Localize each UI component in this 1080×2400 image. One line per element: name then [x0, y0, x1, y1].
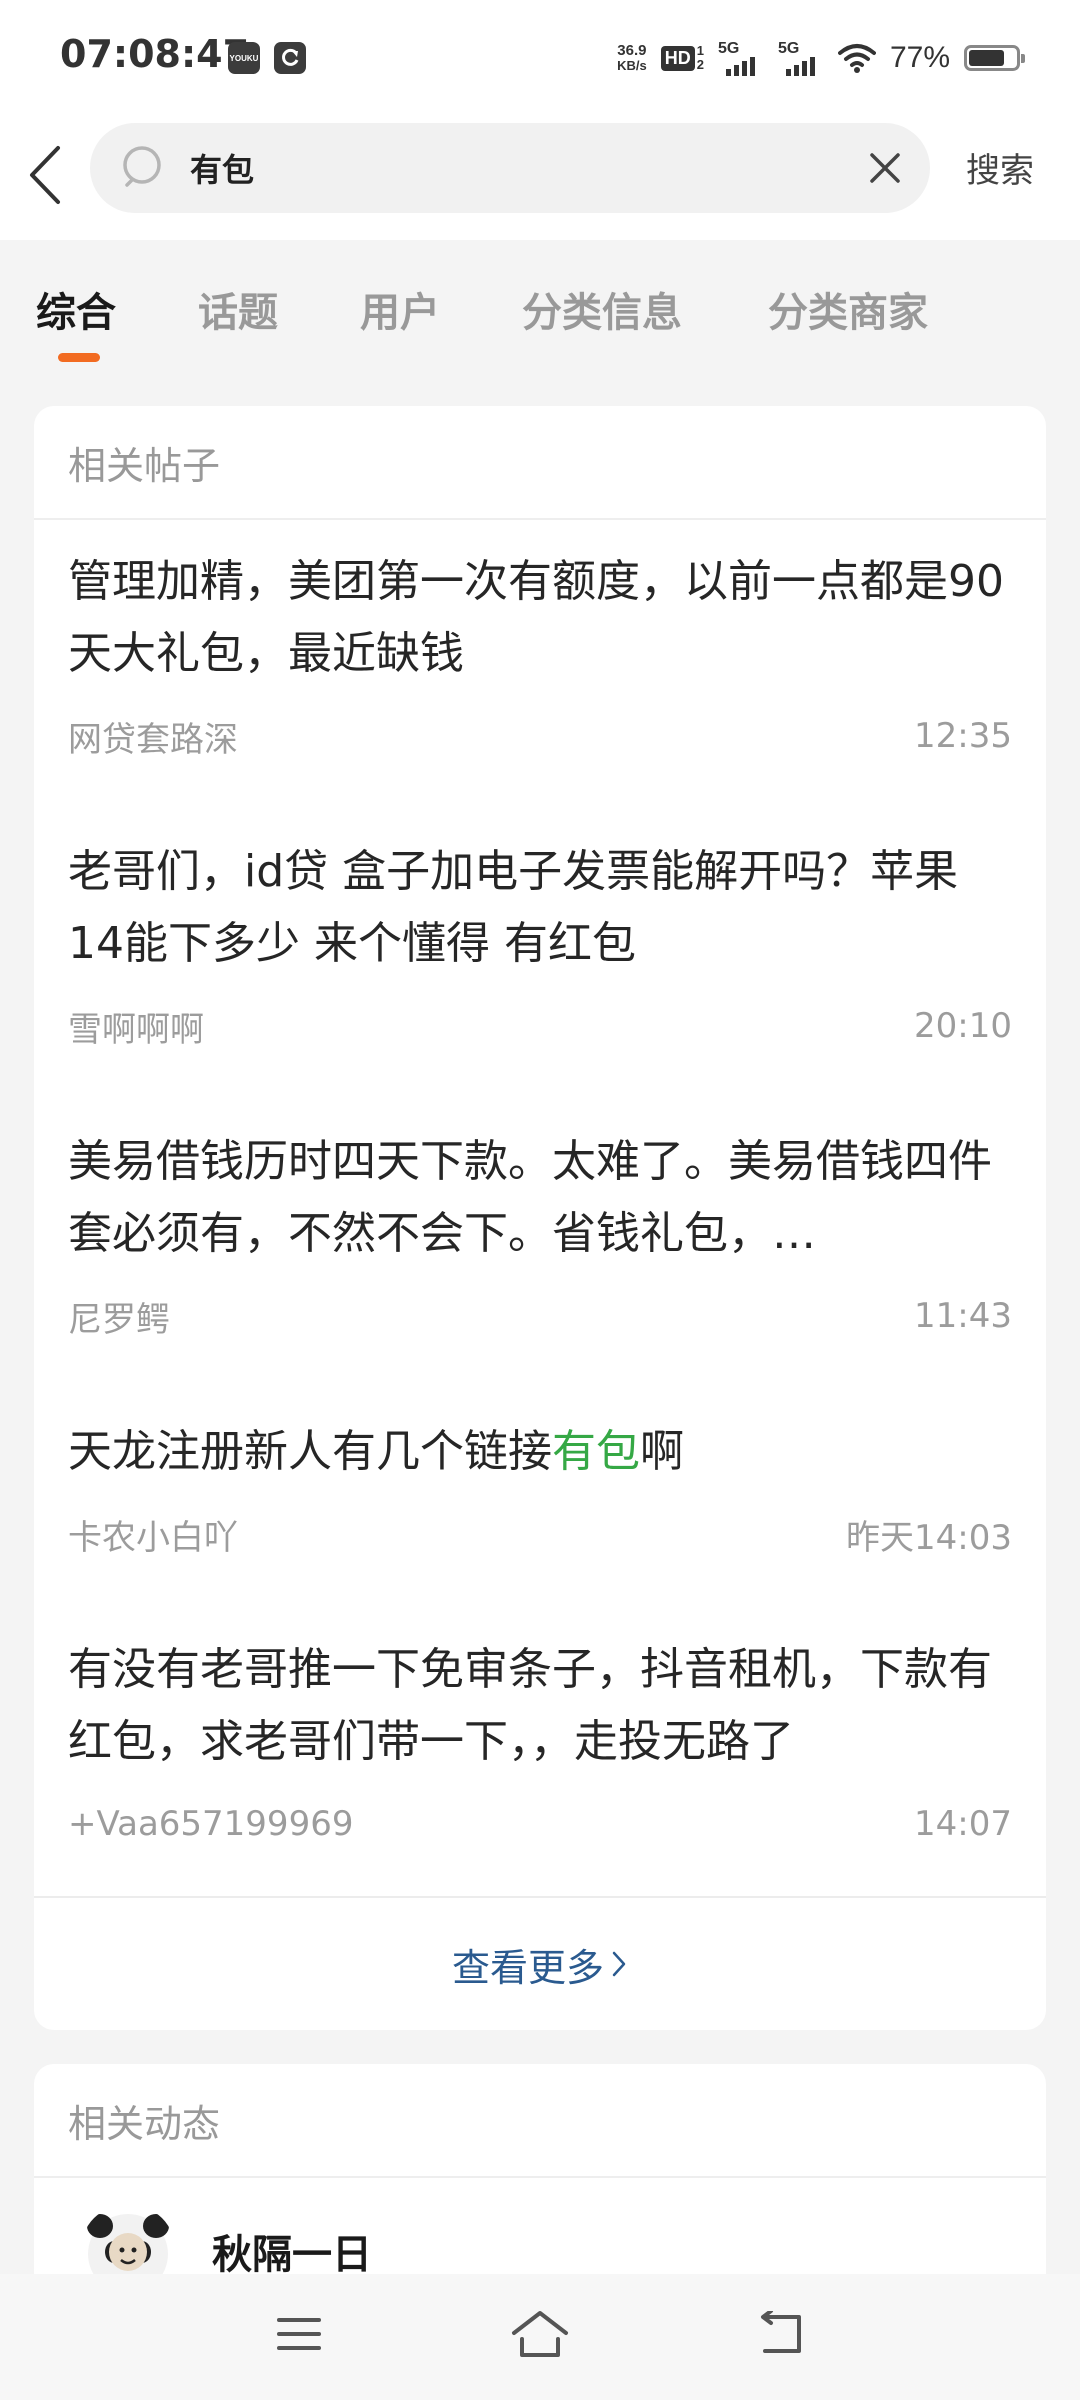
view-more-button[interactable]: 查看更多	[34, 1898, 1046, 2030]
post-meta: 雪啊啊啊 20:10	[68, 1002, 1012, 1050]
post-item[interactable]: 管理加精，美团第一次有额度，以前一点都是90天大礼包，最近缺钱 网贷套路深 12…	[68, 546, 1012, 760]
post-title-keyword-highlight: 有包	[552, 1426, 640, 1477]
tab-users[interactable]: 用户	[360, 280, 440, 338]
chevron-left-icon	[30, 146, 60, 204]
search-icon	[123, 146, 161, 187]
home-icon	[512, 2311, 568, 2357]
refresh-app-icon	[274, 42, 306, 74]
battery-icon	[964, 45, 1025, 71]
post-author: 尼罗鳄	[68, 1299, 170, 1340]
post-time: 12:35	[914, 716, 1012, 756]
signal-label-sim1: 5G	[717, 40, 740, 57]
network-speed-value: 36.9	[617, 42, 647, 59]
post-time: 14:07	[914, 1804, 1012, 1844]
wifi-icon	[837, 44, 876, 73]
post-title-text-end: 啊	[640, 1426, 684, 1477]
post-time: 11:43	[914, 1296, 1012, 1336]
post-title: 有没有老哥推一下免审条子，抖音租机，下款有红包，求老哥们带一下，，走投无路了	[68, 1644, 992, 1767]
status-bar: 07:08:47 YOUKU 36.9 KB/s HD 1 2 5G 5G 77…	[0, 0, 1080, 115]
post-item[interactable]: 天龙注册新人有几个链接有包啊 卡农小白吖 昨天14:03	[68, 1416, 1012, 1558]
signal-label-sim2: 5G	[777, 40, 800, 57]
related-posts-card: 相关帖子 管理加精，美团第一次有额度，以前一点都是90天大礼包，最近缺钱 网贷套…	[34, 406, 1046, 2030]
tab-comprehensive[interactable]: 综合	[36, 280, 116, 338]
tab-topics[interactable]: 话题	[198, 280, 278, 338]
youku-icon-text: YOUKU	[229, 53, 259, 63]
post-author: 网贷套路深	[68, 719, 238, 760]
signal-bars-icon	[725, 57, 755, 76]
status-time: 07:08:47	[60, 32, 250, 76]
post-time: 昨天14:03	[846, 1517, 1012, 1558]
tab-classified-merchants[interactable]: 分类商家	[768, 280, 928, 338]
post-time: 20:10	[914, 1006, 1012, 1046]
tab-classified-info[interactable]: 分类信息	[522, 280, 682, 338]
network-speed-unit: KB/s	[617, 58, 647, 73]
battery-percent: 77%	[889, 41, 950, 74]
post-meta: +Vaa657199969 14:07	[68, 1800, 1012, 1848]
youku-icon: YOUKU	[228, 42, 260, 74]
battery-fill	[969, 50, 1005, 66]
hd-sim-index-bottom: 2	[696, 57, 704, 72]
post-title-text: 天龙注册新人有几个链接	[68, 1426, 552, 1477]
search-input[interactable]	[190, 137, 830, 199]
menu-button[interactable]	[264, 2304, 334, 2364]
post-item[interactable]: 美易借钱历时四天下款。太难了。美易借钱四件套必须有，不然不会下。省钱礼包，… 尼…	[68, 1126, 1012, 1340]
post-title: 老哥们，id贷 盒子加电子发票能解开吗？苹果14能下多少 来个懂得 有红包	[68, 846, 959, 969]
post-title: 管理加精，美团第一次有额度，以前一点都是90天大礼包，最近缺钱	[68, 556, 1004, 679]
hd-voice-icon: HD 1 2	[660, 44, 704, 72]
post-title: 美易借钱历时四天下款。太难了。美易借钱四件套必须有，不然不会下。省钱礼包，…	[68, 1136, 992, 1259]
post-meta: 尼罗鳄 11:43	[68, 1292, 1012, 1340]
back-nav-button[interactable]	[746, 2304, 816, 2364]
back-button[interactable]	[16, 135, 76, 215]
hd-sim-index-top: 1	[696, 43, 704, 58]
tab-bar: 综合 话题 用户 分类信息 分类商家	[0, 260, 1080, 362]
signal-bars-icon	[785, 57, 815, 76]
post-meta: 网贷套路深 12:35	[68, 712, 1012, 760]
search-button[interactable]: 搜索	[966, 143, 1034, 192]
related-feed-header: 相关动态	[34, 2064, 1046, 2178]
hd-sim-index: 1 2	[697, 44, 704, 72]
signal-icon-sim1: 5G	[718, 40, 764, 76]
post-item[interactable]: 老哥们，id贷 盒子加电子发票能解开吗？苹果14能下多少 来个懂得 有红包 雪啊…	[68, 836, 1012, 1050]
post-title: 天龙注册新人有几个链接有包啊	[68, 1416, 1012, 1488]
active-tab-indicator	[58, 353, 100, 362]
post-author: +Vaa657199969	[68, 1804, 354, 1844]
post-author: 雪啊啊啊	[68, 1009, 204, 1050]
related-posts-header: 相关帖子	[34, 406, 1046, 520]
menu-icon	[277, 2318, 321, 2350]
back-icon	[761, 2311, 801, 2353]
post-meta: 卡农小白吖 昨天14:03	[68, 1510, 1012, 1558]
hd-badge: HD	[660, 45, 695, 71]
system-nav-bar	[0, 2274, 1080, 2400]
search-header: 搜索	[0, 115, 1080, 240]
view-more-label: 查看更多	[451, 1945, 604, 1990]
chevron-right-icon	[612, 1951, 626, 1977]
post-item[interactable]: 有没有老哥推一下免审条子，抖音租机，下款有红包，求老哥们带一下，，走投无路了 +…	[68, 1634, 1012, 1844]
signal-icon-sim2: 5G	[778, 40, 824, 76]
post-author: 卡农小白吖	[68, 1517, 238, 1558]
network-speed: 36.9 KB/s	[617, 43, 647, 73]
feed-username[interactable]: 秋隔一日	[212, 2222, 372, 2280]
clear-icon[interactable]	[866, 149, 904, 187]
status-indicators: 36.9 KB/s HD 1 2 5G 5G 77%	[617, 36, 1025, 80]
home-button[interactable]	[505, 2304, 575, 2364]
search-box[interactable]	[90, 123, 930, 213]
